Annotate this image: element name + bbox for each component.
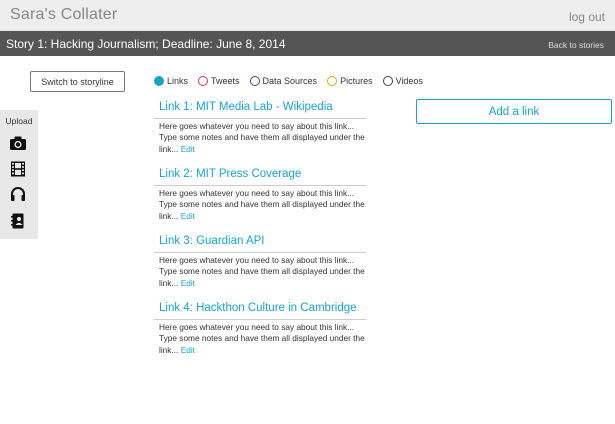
add-link-button[interactable]: Add a link bbox=[416, 99, 612, 124]
divider bbox=[154, 185, 366, 186]
upload-label: Upload bbox=[5, 116, 33, 126]
link-note: Here goes whatever you need to say about… bbox=[159, 255, 365, 289]
tweets-radio[interactable] bbox=[198, 76, 209, 86]
back-to-stories-link[interactable]: Back to stories bbox=[548, 40, 604, 50]
logout-link[interactable]: log out bbox=[569, 10, 605, 24]
link-title[interactable]: Link 1: MIT Media Lab - Wikipedia bbox=[159, 101, 333, 113]
filter-label: Pictures bbox=[340, 76, 373, 86]
links-list: Link 1: MIT Media Lab - Wikipedia Here g… bbox=[154, 101, 366, 369]
headphones-icon[interactable] bbox=[9, 185, 27, 203]
edit-link[interactable]: Edit bbox=[181, 345, 195, 355]
divider bbox=[154, 252, 366, 253]
link-note: Here goes whatever you need to say about… bbox=[159, 121, 365, 155]
filter-label: Data Sources bbox=[262, 76, 318, 86]
link-title[interactable]: Link 3: Guardian API bbox=[159, 235, 264, 247]
videos-radio[interactable] bbox=[382, 76, 393, 86]
edit-link[interactable]: Edit bbox=[181, 144, 195, 154]
filter-videos[interactable]: Videos bbox=[382, 76, 423, 86]
story-title: Story 1: Hacking Journalism; Deadline: J… bbox=[6, 37, 286, 51]
story-bar: Story 1: Hacking Journalism; Deadline: J… bbox=[0, 31, 615, 56]
filter-label: Videos bbox=[395, 76, 423, 86]
list-item: Link 3: Guardian API Here goes whatever … bbox=[154, 235, 366, 302]
top-bar: Sara's Collater log out bbox=[0, 0, 615, 31]
filter-pictures[interactable]: Pictures bbox=[327, 76, 373, 86]
upload-panel: Upload bbox=[0, 110, 38, 239]
pictures-radio[interactable] bbox=[327, 76, 338, 86]
filter-tweets[interactable]: Tweets bbox=[198, 76, 240, 86]
app-title: Sara's Collater bbox=[10, 6, 118, 23]
edit-link[interactable]: Edit bbox=[181, 211, 195, 221]
link-note: Here goes whatever you need to say about… bbox=[159, 188, 365, 222]
link-title[interactable]: Link 4: Hackthon Culture in Cambridge bbox=[159, 302, 357, 314]
filter-data-sources[interactable]: Data Sources bbox=[249, 76, 318, 86]
content-type-filters: Links Tweets Data Sources Pictures Video… bbox=[154, 74, 433, 88]
data-sources-radio[interactable] bbox=[249, 76, 260, 86]
links-radio[interactable] bbox=[154, 76, 164, 86]
divider bbox=[154, 319, 366, 320]
link-title[interactable]: Link 2: MIT Press Coverage bbox=[159, 168, 301, 180]
camera-icon[interactable] bbox=[9, 134, 27, 152]
filter-label: Tweets bbox=[211, 76, 240, 86]
filter-label: Links bbox=[167, 76, 189, 86]
switch-to-storyline-button[interactable]: Switch to storyline bbox=[30, 71, 125, 92]
film-icon[interactable] bbox=[9, 160, 27, 178]
list-item: Link 4: Hackthon Culture in Cambridge He… bbox=[154, 302, 366, 369]
edit-link[interactable]: Edit bbox=[181, 278, 195, 288]
filter-links[interactable]: Links bbox=[154, 76, 188, 86]
list-item: Link 1: MIT Media Lab - Wikipedia Here g… bbox=[154, 101, 366, 168]
contact-card-icon[interactable] bbox=[9, 212, 27, 230]
divider bbox=[154, 118, 366, 119]
link-note: Here goes whatever you need to say about… bbox=[159, 322, 365, 356]
list-item: Link 2: MIT Press Coverage Here goes wha… bbox=[154, 168, 366, 235]
